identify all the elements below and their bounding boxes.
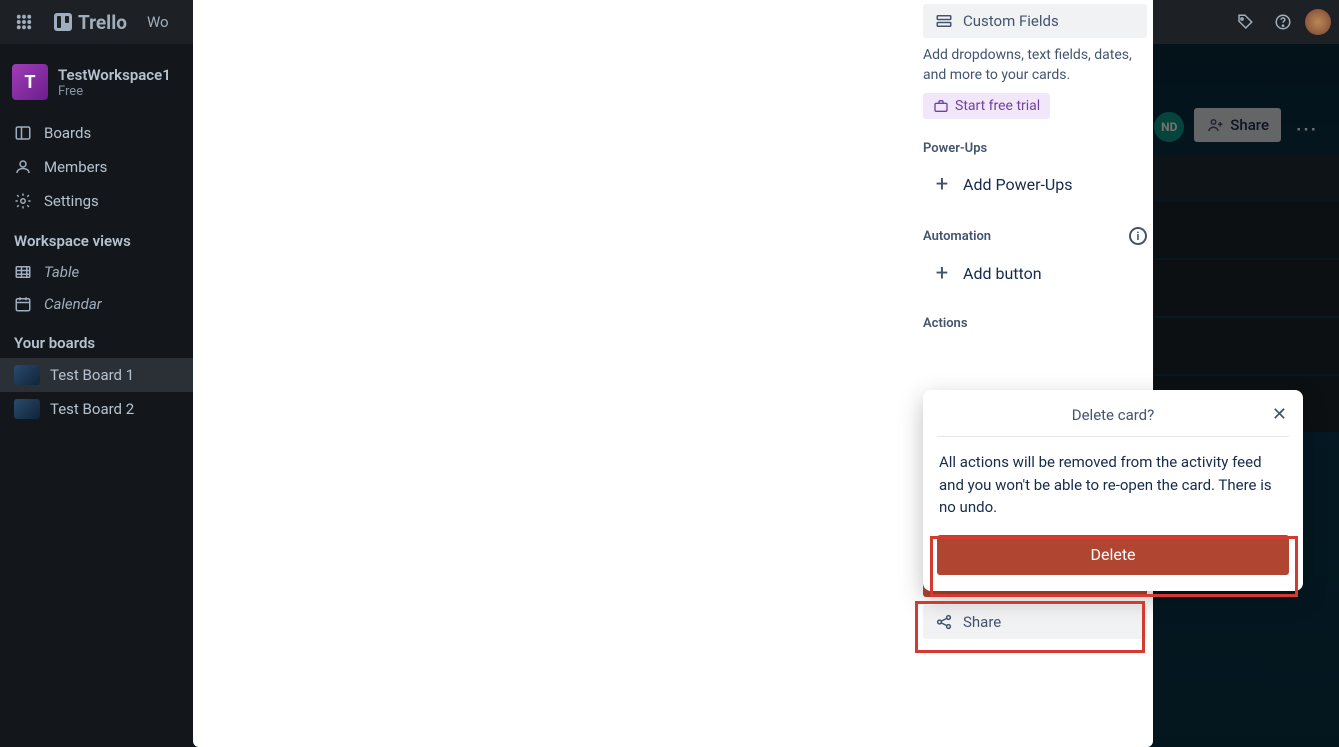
sidebar-item-label: Members [44, 158, 107, 176]
add-powerups-button[interactable]: + Add Power-Ups [923, 164, 1147, 205]
workspace-plan: Free [58, 84, 171, 99]
sidebar-item-label: Settings [44, 192, 99, 210]
board-label: Test Board 1 [50, 366, 134, 384]
info-icon[interactable]: i [1129, 227, 1147, 245]
popover-body: All actions will be removed from the act… [937, 437, 1289, 535]
card-modal: Custom Fields Add dropdowns, text fields… [193, 0, 1153, 747]
powerups-heading: Power-Ups [923, 141, 1147, 156]
custom-fields-label: Custom Fields [963, 12, 1059, 30]
apps-grid-icon [15, 13, 33, 31]
board-thumbnail [14, 399, 40, 419]
plus-icon: + [933, 261, 951, 286]
add-powerups-label: Add Power-Ups [963, 175, 1073, 194]
card-sidebar: Custom Fields Add dropdowns, text fields… [923, 0, 1153, 747]
custom-fields-button[interactable]: Custom Fields [923, 4, 1147, 38]
start-trial-button[interactable]: Start free trial [923, 93, 1050, 119]
close-button[interactable]: ✕ [1272, 404, 1287, 425]
calendar-icon [14, 295, 32, 313]
fields-icon [935, 12, 953, 30]
help-button[interactable] [1267, 6, 1299, 38]
workspace-badge: T [12, 64, 48, 100]
notifications-button[interactable] [1229, 6, 1261, 38]
plus-icon: + [933, 172, 951, 197]
custom-fields-desc: Add dropdowns, text fields, dates, and m… [923, 46, 1147, 85]
briefcase-icon [933, 98, 949, 114]
tag-icon [1236, 13, 1254, 31]
trello-logo-text: Trello [78, 11, 127, 34]
actions-heading: Actions [923, 316, 1147, 331]
account-avatar[interactable] [1305, 9, 1331, 35]
share-action-label: Share [963, 613, 1001, 631]
view-label: Calendar [44, 295, 102, 313]
trello-logo[interactable]: Trello [48, 11, 133, 34]
sidebar-item-label: Boards [44, 124, 91, 142]
delete-confirm-popover: Delete card? ✕ All actions will be remov… [923, 390, 1303, 591]
members-icon [14, 158, 32, 176]
board-label: Test Board 2 [50, 400, 134, 418]
table-icon [14, 263, 32, 281]
trial-label: Start free trial [955, 98, 1040, 114]
app-switcher-button[interactable] [8, 6, 40, 38]
share-action-button[interactable]: Share [923, 605, 1147, 639]
nav-workspaces-hint[interactable]: Wo [147, 13, 169, 31]
confirm-delete-button[interactable]: Delete [937, 535, 1289, 575]
share-icon [935, 613, 953, 631]
help-icon [1274, 13, 1292, 31]
automation-heading: Automation i [923, 227, 1147, 245]
view-label: Table [44, 263, 79, 281]
card-main-area [193, 0, 923, 747]
add-button[interactable]: + Add button [923, 253, 1147, 294]
gear-icon [14, 192, 32, 210]
board-icon [14, 124, 32, 142]
board-thumbnail [14, 365, 40, 385]
trello-logo-icon [54, 13, 72, 31]
workspace-name: TestWorkspace1 [58, 66, 171, 84]
add-button-label: Add button [963, 264, 1042, 283]
popover-title: Delete card? ✕ [937, 404, 1289, 437]
